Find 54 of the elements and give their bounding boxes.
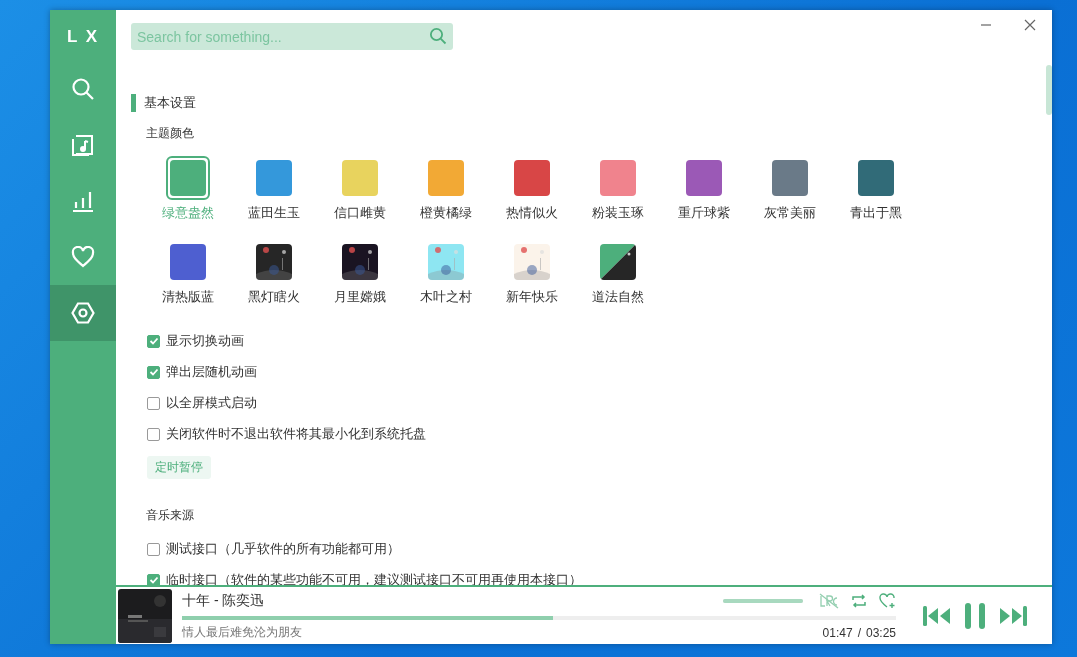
close-icon[interactable]	[1024, 19, 1036, 31]
theme-name: 青出于黑	[850, 204, 902, 222]
search-icon[interactable]	[429, 27, 447, 45]
theme-swatch[interactable]	[166, 156, 210, 200]
current-time: 01:47	[822, 625, 853, 640]
settings-icon	[71, 302, 95, 324]
heart-icon	[71, 246, 95, 268]
app-logo: L X	[66, 25, 100, 48]
song-title: 十年 - 陈奕迅	[182, 591, 266, 610]
theme-name: 蓝田生玉	[248, 204, 300, 222]
theme-name: 灰常美丽	[764, 204, 816, 222]
volume-slider[interactable]	[723, 598, 803, 603]
bar-chart-icon	[71, 189, 95, 213]
scrollbar-thumb[interactable]	[1046, 65, 1052, 115]
timer-button[interactable]: 定时暂停	[147, 456, 211, 479]
group-label: 音乐来源	[146, 507, 195, 524]
pause-icon[interactable]	[963, 601, 987, 630]
next-icon[interactable]	[998, 604, 1029, 627]
theme-name: 热情似火	[506, 204, 558, 222]
theme-name: 木叶之村	[420, 288, 472, 306]
heart-plus-icon[interactable]	[879, 592, 896, 609]
option-label: 弹出层随机动画	[166, 363, 257, 381]
option-label: 显示切换动画	[166, 332, 244, 350]
progress-bar[interactable]	[182, 615, 896, 620]
time-separator: /	[857, 625, 861, 640]
theme-name: 粉装玉琢	[592, 204, 644, 222]
theme-name: 清热版蓝	[162, 288, 214, 306]
theme-name: 信口雌黄	[334, 204, 386, 222]
theme-name: 橙黄橘绿	[420, 204, 472, 222]
search-icon	[71, 77, 95, 101]
theme-name: 新年快乐	[506, 288, 558, 306]
previous-icon[interactable]	[921, 604, 952, 627]
option-label: 测试接口（几乎软件的所有功能都可用）	[166, 540, 400, 558]
theme-name: 重斤球紫	[678, 204, 730, 222]
music-note-icon	[71, 133, 95, 157]
lyrics-off-icon[interactable]	[819, 592, 839, 609]
theme-name: 月里嫦娥	[334, 288, 386, 306]
settings-nav-item[interactable]	[50, 285, 116, 341]
theme-name: 绿意盎然	[162, 204, 214, 222]
checkbox[interactable]	[147, 365, 160, 379]
duration: 03:25	[865, 625, 896, 640]
repeat-icon[interactable]	[851, 592, 867, 609]
group-label: 主题颜色	[146, 125, 195, 142]
checkbox[interactable]	[147, 542, 160, 556]
checkbox[interactable]	[147, 334, 160, 348]
theme-name: 道法自然	[592, 288, 644, 306]
option-label: 关闭软件时不退出软件将其最小化到系统托盘	[166, 425, 426, 443]
checkbox[interactable]	[147, 427, 160, 441]
option-label: 以全屏模式启动	[166, 394, 257, 412]
checkbox[interactable]	[147, 396, 160, 410]
theme-name: 黑灯瞎火	[248, 288, 300, 306]
checkbox[interactable]	[147, 573, 160, 585]
search-field[interactable]: Search for something...	[131, 23, 453, 50]
lyric-line: 情人最后难免沦为朋友	[182, 624, 303, 641]
